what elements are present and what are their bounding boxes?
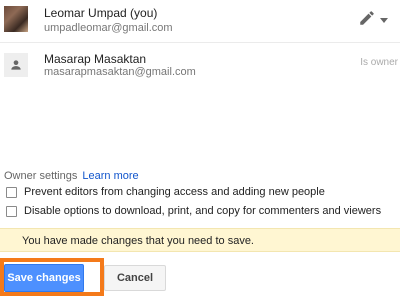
prevent-editors-checkbox[interactable] xyxy=(6,186,17,198)
banner-message: You have made changes that you need to s… xyxy=(22,235,254,247)
cancel-button[interactable]: Cancel xyxy=(104,265,166,291)
user-email: umpadleomar@gmail.com xyxy=(44,22,173,34)
unsaved-changes-banner: You have made changes that you need to s… xyxy=(0,228,400,252)
owner-label: Is owner xyxy=(360,57,398,68)
prevent-editors-label: Prevent editors from changing access and… xyxy=(24,186,325,198)
person-icon xyxy=(4,53,28,77)
disable-download-option[interactable]: Disable options to download, print, and … xyxy=(6,205,381,217)
learn-more-link[interactable]: Learn more xyxy=(82,170,138,182)
user-name: Masarap Masaktan xyxy=(44,52,147,66)
user-row-leomar: Leomar Umpad (you) umpadleomar@gmail.com xyxy=(0,0,400,40)
permission-dropdown[interactable] xyxy=(358,10,398,30)
user-row-masarap: Masarap Masaktan masarapmasaktan@gmail.c… xyxy=(0,42,400,82)
disable-download-label: Disable options to download, print, and … xyxy=(24,205,382,217)
user-email: masarapmasaktan@gmail.com xyxy=(44,66,196,78)
disable-download-checkbox[interactable] xyxy=(6,205,17,217)
user-name: Leomar Umpad (you) xyxy=(44,6,158,20)
dropdown-arrow-icon xyxy=(380,11,388,29)
save-changes-button[interactable]: Save changes xyxy=(4,264,84,292)
owner-settings-heading: Owner settings Learn more xyxy=(4,170,139,182)
pencil-icon xyxy=(358,9,376,32)
user-avatar-photo xyxy=(4,6,28,32)
owner-settings-label: Owner settings xyxy=(4,170,78,182)
prevent-editors-option[interactable]: Prevent editors from changing access and… xyxy=(6,186,325,198)
